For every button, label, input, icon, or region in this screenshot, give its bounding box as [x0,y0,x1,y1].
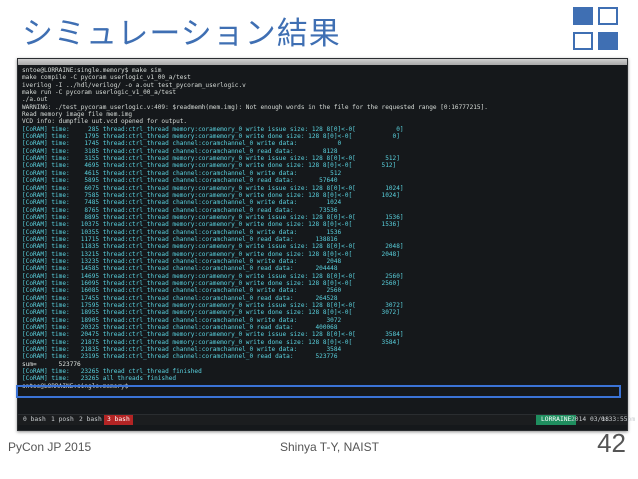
terminal-line: Read memory image file mem.img [22,111,133,119]
terminal-line: [CoRAM] time: 16085 thread:ctrl_thread c… [22,287,342,295]
terminal-line: ./a.out [22,96,48,104]
tmux-clock: 0:33:55pm [601,416,636,423]
terminal-line: [CoRAM] time: 6075 thread:ctrl_thread me… [22,184,404,192]
terminal-line: [CoRAM] time: 7485 thread:ctrl_thread ch… [22,199,342,207]
page-number: 42 [597,428,626,458]
terminal-output[interactable]: sntoe@LORRAINE:single.memory$ make sim ma… [22,67,623,408]
tmux-window-0[interactable]: 0 bash [20,415,49,425]
terminal-line: [CoRAM] time: 18955 thread:ctrl_thread m… [22,309,400,317]
terminal-line: [CoRAM] time: 14695 thread:ctrl_thread m… [22,272,404,280]
terminal-line: [CoRAM] time: 18905 thread:ctrl_thread c… [22,316,342,324]
terminal-window[interactable]: sntoe@LORRAINE:single.memory$ make sim ma… [17,58,635,431]
grid-logo-icon [573,7,631,59]
terminal-line: [CoRAM] time: 23265 all threads finished [22,375,177,383]
terminal-line: sntoe@LORRAINE:single.memory$ make sim [22,67,162,74]
terminal-line: [CoRAM] time: 20475 thread:ctrl_thread m… [22,331,404,339]
terminal-line: make run -C pycoram userlogic_v1_00_a/te… [22,89,177,97]
terminal-line: [CoRAM] time: 7585 thread:ctrl_thread me… [22,191,400,199]
terminal-line: [CoRAM] time: 23265 thread ctrl_thread f… [22,368,202,376]
terminal-line: [CoRAM] time: 3155 thread:ctrl_thread me… [22,155,400,163]
terminal-line: [CoRAM] time: 4615 thread:ctrl_thread ch… [22,169,342,177]
terminal-line: [CoRAM] time: 1745 thread:ctrl_thread ch… [22,140,342,148]
terminal-line: [CoRAM] time: 10375 thread:ctrl_thread m… [22,221,400,229]
terminal-line: [CoRAM] time: 23195 thread:ctrl_thread c… [22,353,338,361]
terminal-line: [CoRAM] time: 20325 thread:ctrl_thread c… [22,324,338,332]
terminal-line: [CoRAM] time: 17455 thread:ctrl_thread c… [22,294,338,302]
grid-square-bottom-left [573,32,593,50]
terminal-line: [CoRAM] time: 21875 thread:ctrl_thread m… [22,338,400,346]
grid-square-top-right [598,7,618,25]
terminal-line: [CoRAM] time: 1795 thread:ctrl_thread me… [22,133,400,141]
terminal-line: make compile -C pycoram userlogic_v1_00_… [22,74,191,82]
terminal-line: WARNING: ./test_pycoram_userlogic.v:409:… [22,103,488,111]
terminal-line: iverilog -I ../hdl/verilog/ -o a.out tes… [22,81,246,89]
tmux-status-bar: 0 bash 1 posh 2 bash 3 bash LORRAINE 201… [18,414,635,425]
terminal-line: [CoRAM] time: 21835 thread:ctrl_thread c… [22,346,342,354]
terminal-line: [CoRAM] time: 4695 thread:ctrl_thread me… [22,162,397,170]
terminal-line-sum: sum= 523776 [22,360,81,368]
terminal-line: [CoRAM] time: 14585 thread:ctrl_thread c… [22,265,338,273]
terminal-line: VCD info: dumpfile uut.vcd opened for ou… [22,118,188,126]
terminal-line: [CoRAM] time: 5895 thread:ctrl_thread ch… [22,177,338,185]
tmux-window-1[interactable]: 1 posh [48,415,77,425]
terminal-line: [CoRAM] time: 13235 thread:ctrl_thread c… [22,257,342,265]
terminal-line: [CoRAM] time: 8895 thread:ctrl_thread me… [22,213,404,221]
tmux-window-2[interactable]: 2 bash [76,415,105,425]
tmux-window-3[interactable]: 3 bash [104,415,133,425]
terminal-line: [CoRAM] time: 8765 thread:ctrl_thread ch… [22,206,338,214]
terminal-line: [CoRAM] time: 10355 thread:ctrl_thread c… [22,228,342,236]
terminal-line: [CoRAM] time: 13215 thread:ctrl_thread m… [22,250,400,258]
grid-square-top-left [573,7,593,25]
slide-title: シミュレーション結果 [22,16,341,52]
terminal-titlebar[interactable] [18,59,627,65]
terminal-line: sntoe@LORRAINE:single.memory$ [22,382,133,390]
terminal-line: [CoRAM] time: 3185 thread:ctrl_thread ch… [22,147,338,155]
footer-conference: PyCon JP 2015 [8,440,92,454]
footer-author: Shinya T-Y, NAIST [280,440,379,454]
terminal-line: [CoRAM] time: 11835 thread:ctrl_thread m… [22,243,404,251]
terminal-line: [CoRAM] time: 285 thread:ctrl_thread mem… [22,125,404,133]
grid-square-bottom-right [598,32,618,50]
terminal-line: [CoRAM] time: 11715 thread:ctrl_thread c… [22,235,338,243]
terminal-line: [CoRAM] time: 17595 thread:ctrl_thread m… [22,302,404,309]
terminal-line: [CoRAM] time: 16095 thread:ctrl_thread m… [22,279,400,287]
